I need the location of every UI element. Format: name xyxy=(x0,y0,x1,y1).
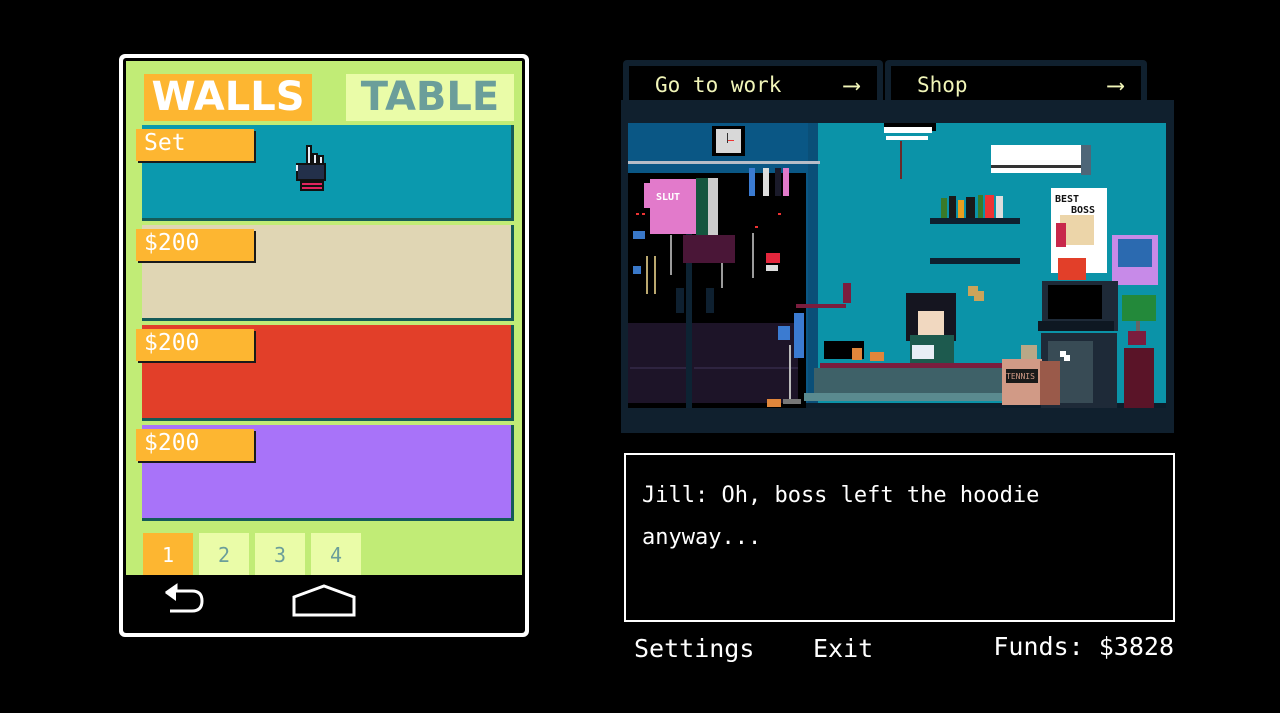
price-tag: $200 xyxy=(136,229,254,261)
svg-text:BEST: BEST xyxy=(1055,194,1079,205)
home-icon[interactable] xyxy=(292,583,356,619)
wall-swatch-2[interactable]: $200 xyxy=(136,225,514,321)
small-shelf xyxy=(796,304,846,308)
wall-swatch-4[interactable]: $200 xyxy=(136,425,514,521)
art-poster xyxy=(1112,235,1158,285)
wall-clock xyxy=(712,126,745,156)
price-tag: $200 xyxy=(136,429,254,461)
go-to-work-label: Go to work xyxy=(655,73,782,97)
tv-set xyxy=(1038,281,1118,331)
room-scene: SLUT BEST BOSS TENNIS xyxy=(628,123,1166,408)
upper-shelf xyxy=(930,218,1020,224)
page-button-4[interactable]: 4 xyxy=(311,533,361,577)
back-arrow-icon[interactable] xyxy=(162,583,208,619)
funds-display: Funds: $3828 xyxy=(993,632,1174,661)
shop-tab[interactable]: Shop ⟶ xyxy=(885,60,1147,104)
svg-text:SLUT: SLUT xyxy=(656,192,680,203)
phone-body: WALLS TABLE Set $200 $200 $200 1 2 3 4 xyxy=(123,58,525,633)
dialog-text: Jill: Oh, boss left the hoodie anyway... xyxy=(642,483,1040,550)
page-button-3[interactable]: 3 xyxy=(255,533,305,577)
svg-text:BOSS: BOSS xyxy=(1071,205,1095,216)
wall-swatch-1[interactable]: Set xyxy=(136,125,514,221)
page-button-1[interactable]: 1 xyxy=(143,533,193,577)
go-to-work-tab[interactable]: Go to work ⟶ xyxy=(623,60,883,104)
settings-button[interactable]: Settings xyxy=(634,634,754,663)
wall-swatch-3[interactable]: $200 xyxy=(136,325,514,421)
phone-panel: WALLS TABLE Set $200 $200 $200 1 2 3 4 xyxy=(119,54,529,637)
bottles xyxy=(941,195,1003,218)
right-arrow-icon: ⟶ xyxy=(1108,71,1123,99)
set-tag: Set xyxy=(136,129,254,161)
drawer-cabinet xyxy=(1124,348,1154,408)
tab-walls[interactable]: WALLS xyxy=(144,74,312,121)
shop-label: Shop xyxy=(917,73,968,97)
dialog-box[interactable]: Jill: Oh, boss left the hoodie anyway... xyxy=(624,453,1175,622)
page-button-2[interactable]: 2 xyxy=(199,533,249,577)
exit-button[interactable]: Exit xyxy=(813,634,873,663)
daruma-doll xyxy=(1058,258,1086,280)
tab-table[interactable]: TABLE xyxy=(346,74,514,121)
room-illustration: SLUT BEST BOSS TENNIS xyxy=(628,123,1166,408)
scene-frame: SLUT BEST BOSS TENNIS xyxy=(621,100,1174,433)
pointer-hand-icon xyxy=(296,145,326,191)
air-conditioner xyxy=(991,145,1091,175)
shop-button[interactable]: Shop ⟶ xyxy=(891,66,1141,102)
phone-screen: WALLS TABLE Set $200 $200 $200 1 2 3 4 xyxy=(126,61,522,577)
lower-shelf xyxy=(930,258,1020,264)
price-tag: $200 xyxy=(136,329,254,361)
right-arrow-icon: ⟶ xyxy=(844,71,859,99)
jill-character xyxy=(906,293,956,365)
go-to-work-button[interactable]: Go to work ⟶ xyxy=(629,66,877,102)
clothes-rail xyxy=(628,161,820,164)
kotatsu-table xyxy=(804,363,1020,401)
svg-text:TENNIS: TENNIS xyxy=(1006,372,1035,381)
phone-nav-bar xyxy=(126,575,522,630)
